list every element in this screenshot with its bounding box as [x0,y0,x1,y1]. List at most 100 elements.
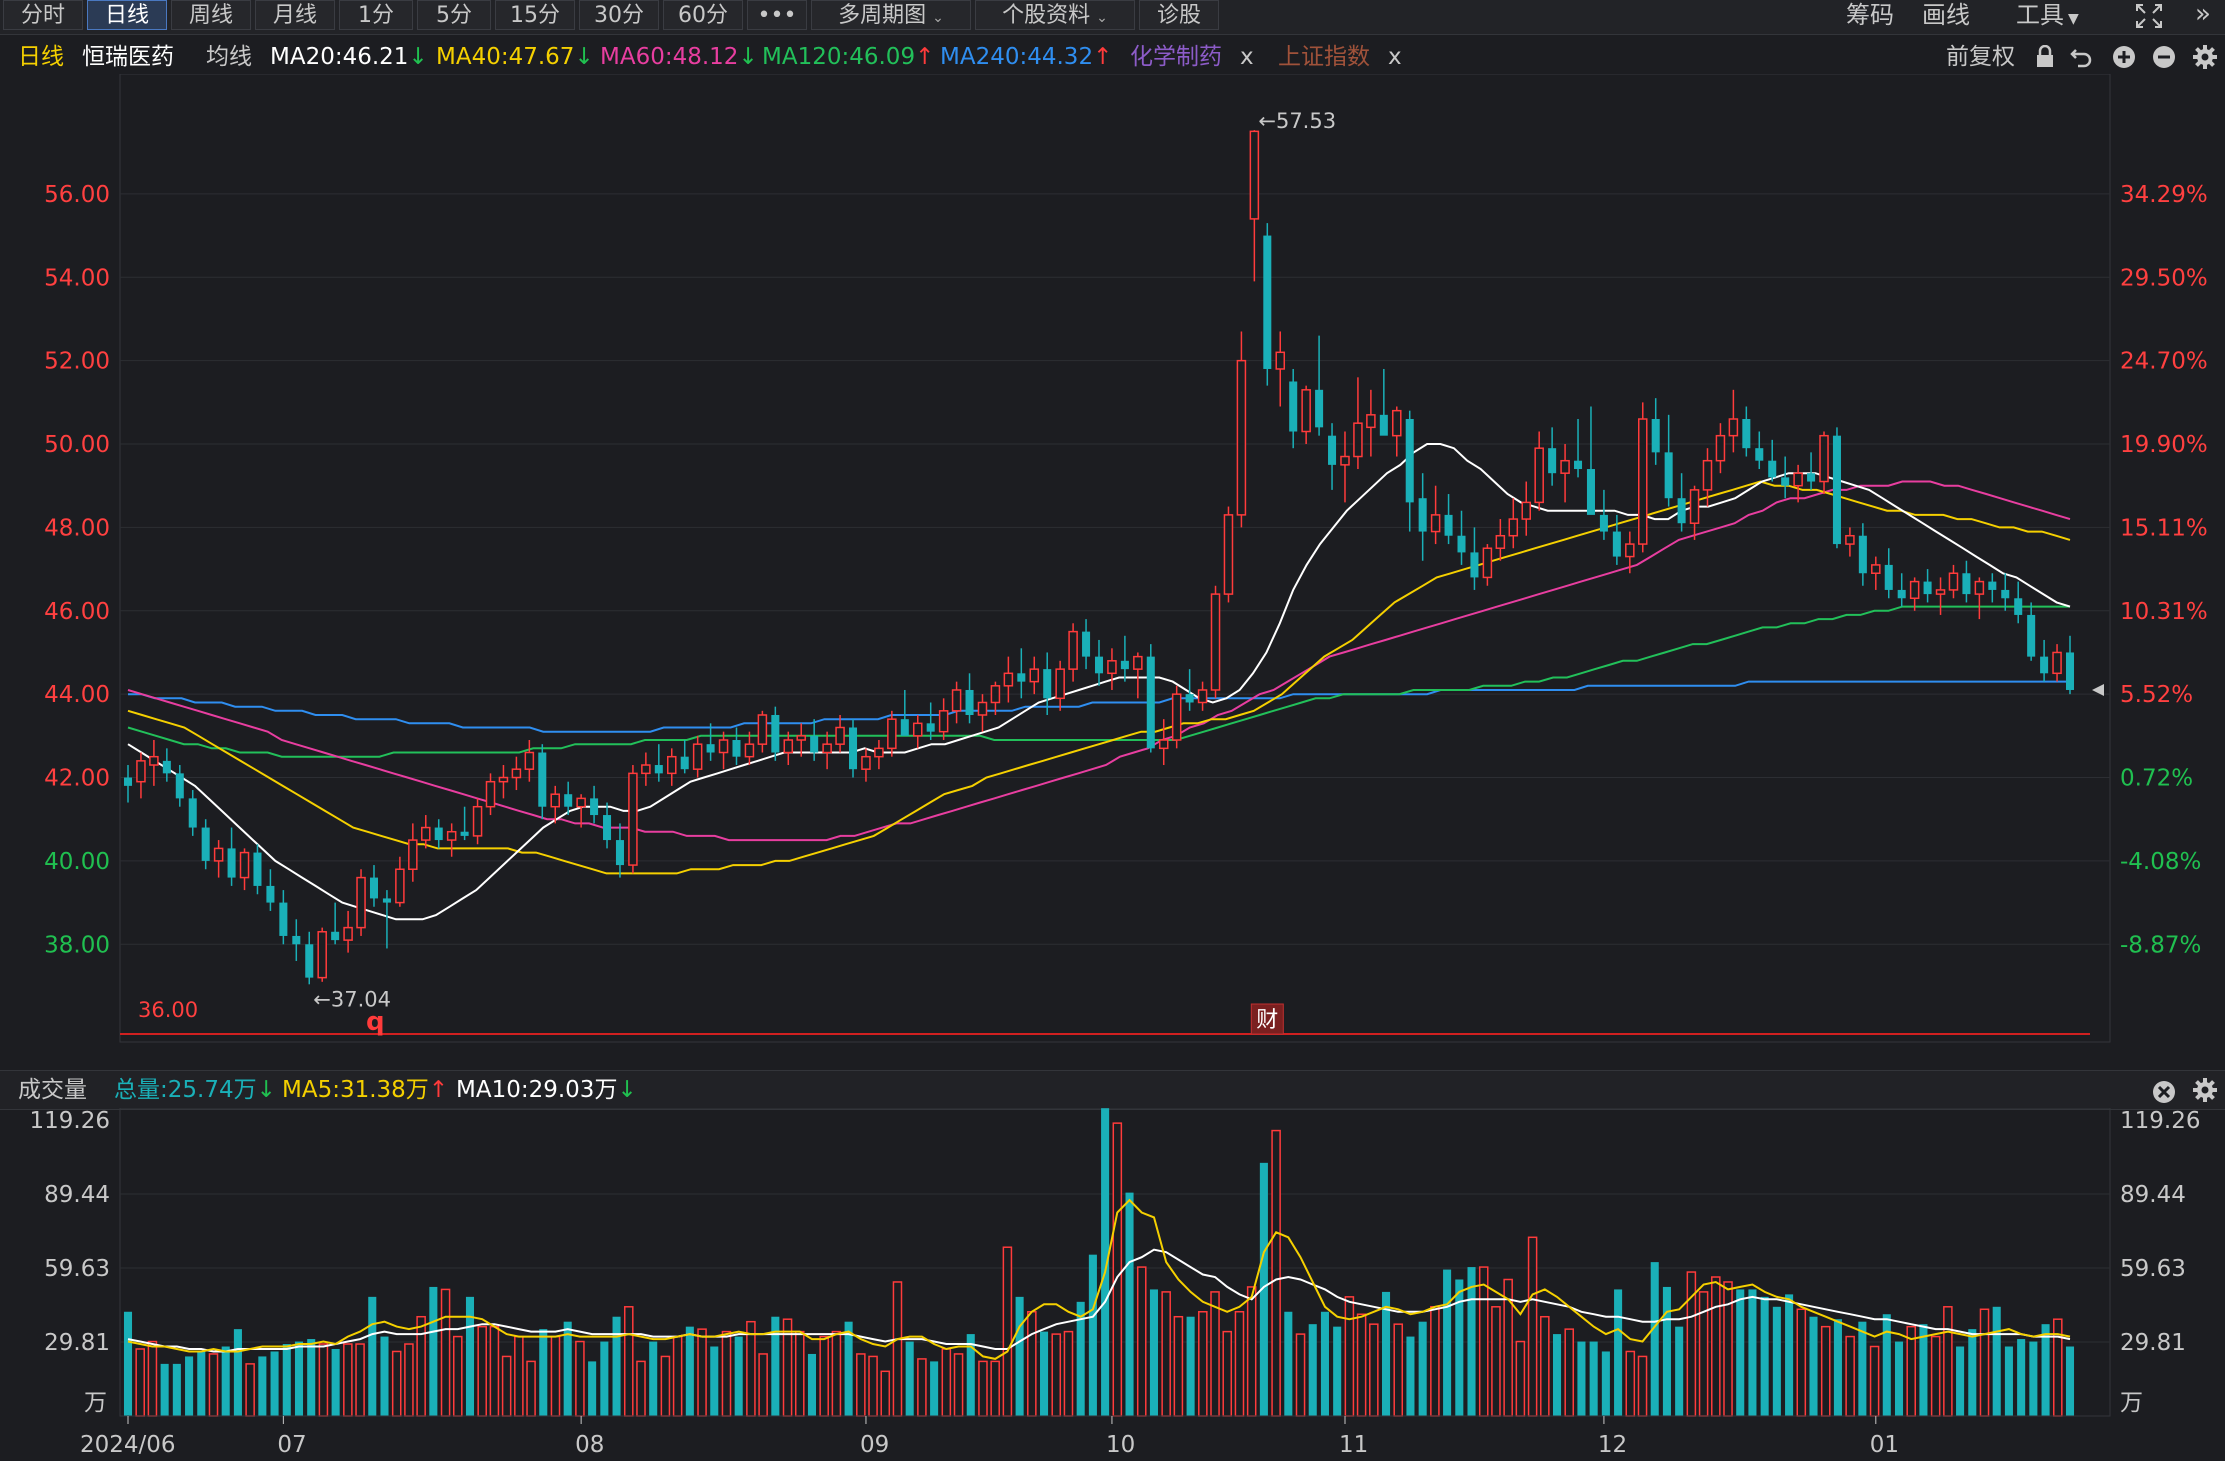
candle [628,765,638,874]
candle-body [1366,414,1376,429]
x-tick-label: 2024/06 [80,1432,176,1458]
candle [369,865,379,907]
candle [1832,427,1841,549]
candle-body [951,689,962,712]
tab-2[interactable]: 周线 [171,0,251,30]
candle-body [343,926,353,941]
volume-bar [1943,1306,1953,1417]
volume-bar [1869,1345,1880,1417]
pct-tick-label: 34.29% [2120,182,2208,208]
volume-bar [1515,1340,1526,1417]
candle [1120,635,1129,682]
candle [498,765,509,799]
candle-body [1107,660,1117,675]
ma-info-bar: 日线 恒瑞医药 均线 MA20:46.21↓ MA40:47.67↓ MA60:… [0,40,2225,74]
index-overlay[interactable]: 上证指数 [1278,40,1370,74]
volume-bar [1246,1286,1257,1417]
chips-button[interactable]: 筹码 [1846,0,1894,30]
candle [1495,519,1506,561]
candle [188,790,197,836]
volume-bar [1833,1319,1842,1416]
candle [253,844,262,895]
volume-bar [1968,1329,1977,1416]
candle [511,756,522,791]
remove-index-button[interactable]: x [1388,40,1402,74]
double-chevron-right-icon[interactable]: » [2188,0,2218,30]
tab-5[interactable]: 5分 [417,0,491,30]
volume-bar [1015,1296,1024,1416]
candle-body [1457,535,1466,553]
volume-ma5-text: MA5:31.38万 [282,1077,429,1103]
remove-sector-button[interactable]: x [1240,40,1254,74]
volume-bar [526,1360,536,1417]
candle-body [460,831,469,836]
ma-label[interactable]: 均线 [206,40,252,74]
volume-chart[interactable]: 119.26 119.26 89.44 89.44 59.63 59.63 29.81 29.… [0,1108,2225,1461]
candle [757,710,768,753]
candle [1457,510,1466,565]
candle-body [524,751,535,770]
candle-body [550,793,561,808]
pct-tick-label: -8.87% [2120,932,2201,958]
candle [590,785,599,824]
candle-body [1082,631,1091,657]
volume-bar [1711,1276,1721,1417]
price-chart[interactable]: 56.00 34.29% 54.00 29.50% 52.00 24.70% 50.00 19… [0,74,2225,1054]
tab-7[interactable]: 30分 [579,0,659,30]
candle-body [1689,489,1700,524]
tab-12[interactable]: 诊股 [1139,0,1219,30]
candle-body [590,798,599,816]
arrow-down-icon: ↓ [617,1077,637,1103]
candle-body [1884,564,1893,590]
tab-4[interactable]: 1分 [339,0,413,30]
candle-body [213,847,224,862]
candle-body [1263,235,1272,369]
plot-frame [119,74,2111,1043]
tab-0[interactable]: 分时 [3,0,83,30]
x-tick-label: 01 [1870,1432,1899,1458]
ma20-value: MA20:46.21↓ [270,40,428,74]
tools-button[interactable]: 工具 ▼ [2016,0,2079,30]
tab-label: 多周期图 [838,3,927,28]
candle-body [149,755,159,766]
floor-label: 36.00 [138,998,198,1022]
candle [1340,431,1350,503]
draw-line-button[interactable]: 画线 [1922,0,1970,30]
candle [1301,385,1311,445]
tab-6[interactable]: 15分 [495,0,575,30]
candle-body [1029,668,1040,683]
candle [900,689,909,736]
sector-overlay[interactable]: 化学制药 [1130,40,1222,74]
tab-10[interactable]: 多周期图 ⌄ [811,0,971,30]
candle-body [796,735,806,741]
tab-11[interactable]: 个股资料 ⌄ [975,0,1135,30]
tab-1[interactable]: 日线 [87,0,167,30]
candle-body [1728,418,1739,437]
tab-9[interactable]: ••• [747,0,807,30]
candle [1560,444,1570,503]
candle [718,731,729,770]
chevron-down-icon: ⌄ [1096,10,1108,26]
candle [1884,548,1893,599]
candle [1858,523,1867,586]
candle [2014,581,2023,624]
expand-icon[interactable] [2134,2,2164,30]
candle [810,719,819,761]
adjust-mode[interactable]: 前复权 [1946,40,2015,74]
stock-name[interactable]: 恒瑞医药 [82,40,174,74]
tab-8[interactable]: 60分 [663,0,743,30]
arrow-up-icon: ↑ [915,44,935,70]
candle [1689,485,1700,540]
volume-bar [819,1335,829,1417]
volume-unit-right: 万 [2120,1390,2143,1416]
volume-title: 成交量 [18,1077,87,1103]
candle [1366,389,1376,457]
volume-bar [1527,1236,1538,1417]
volume-bar [416,1315,426,1417]
volume-ma10: MA10:29.03万↓ [456,1071,637,1109]
candle-body [253,852,262,886]
volume-bar [978,1360,988,1417]
candle-body [1133,655,1143,670]
tab-3[interactable]: 月线 [255,0,335,30]
candle-body [1845,534,1855,545]
